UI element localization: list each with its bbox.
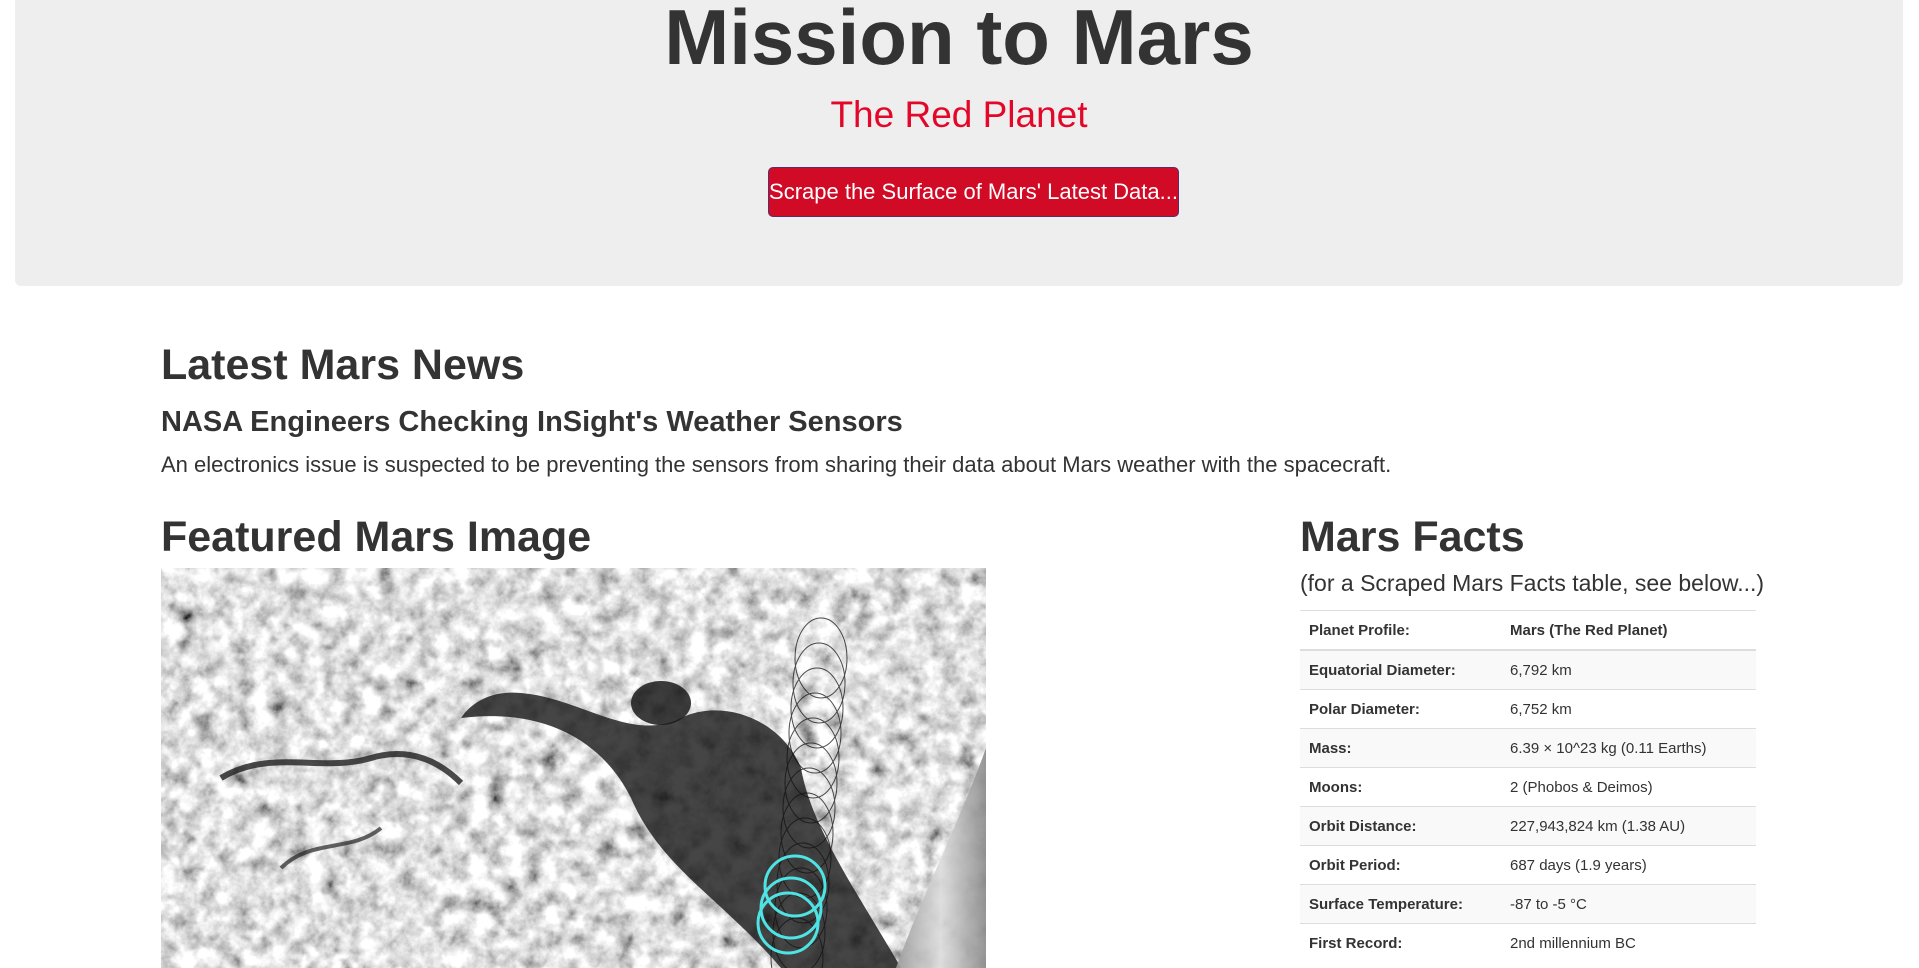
fact-label: Mass: [1300, 728, 1501, 768]
table-row: Orbit Distance: 227,943,824 km (1.38 AU) [1300, 806, 1756, 846]
page-title: Mission to Mars [664, 0, 1254, 81]
fact-value: 2 (Phobos & Deimos) [1501, 767, 1756, 807]
news-heading: Latest Mars News [161, 341, 525, 389]
fact-label: First Record: [1300, 923, 1501, 962]
fact-value: 2nd millennium BC [1501, 923, 1756, 962]
table-header-value: Mars (The Red Planet) [1501, 610, 1756, 651]
table-header-row: Planet Profile: Mars (The Red Planet) [1300, 610, 1756, 651]
table-row: Polar Diameter: 6,752 km [1300, 689, 1756, 729]
fact-value: 6.39 × 10^23 kg (0.11 Earths) [1501, 728, 1756, 768]
featured-image-heading: Featured Mars Image [161, 513, 592, 561]
jumbotron-header: Mission to Mars The Red Planet Scrape th… [15, 0, 1903, 286]
fact-label: Polar Diameter: [1300, 689, 1501, 729]
scrape-button[interactable]: Scrape the Surface of Mars' Latest Data.… [768, 167, 1179, 217]
table-row: Mass: 6.39 × 10^23 kg (0.11 Earths) [1300, 728, 1756, 768]
fact-label: Orbit Distance: [1300, 806, 1501, 846]
page-subtitle: The Red Planet [830, 94, 1088, 135]
fact-label: Surface Temperature: [1300, 884, 1501, 924]
table-row: Surface Temperature: -87 to -5 °C [1300, 884, 1756, 924]
fact-value: 687 days (1.9 years) [1501, 845, 1756, 885]
mars-facts-note: (for a Scraped Mars Facts table, see bel… [1300, 570, 1765, 596]
table-row: Equatorial Diameter: 6,792 km [1300, 649, 1756, 690]
fact-label: Moons: [1300, 767, 1501, 807]
fact-value: -87 to -5 °C [1501, 884, 1756, 924]
table-row: Orbit Period: 687 days (1.9 years) [1300, 845, 1756, 885]
table-row: First Record: 2nd millennium BC [1300, 923, 1756, 962]
table-header-label: Planet Profile: [1300, 610, 1501, 651]
fact-label: Equatorial Diameter: [1300, 649, 1501, 690]
mars-facts-heading: Mars Facts [1300, 513, 1525, 561]
news-title: NASA Engineers Checking InSight's Weathe… [161, 406, 903, 438]
mars-facts-table: Planet Profile: Mars (The Red Planet) Eq… [1300, 610, 1756, 962]
table-row: Moons: 2 (Phobos & Deimos) [1300, 767, 1756, 807]
fact-label: Orbit Period: [1300, 845, 1501, 885]
news-teaser: An electronics issue is suspected to be … [161, 452, 1392, 477]
featured-mars-image [161, 568, 986, 968]
fact-value: 6,792 km [1501, 649, 1756, 690]
fact-value: 227,943,824 km (1.38 AU) [1501, 806, 1756, 846]
fact-value: 6,752 km [1501, 689, 1756, 729]
